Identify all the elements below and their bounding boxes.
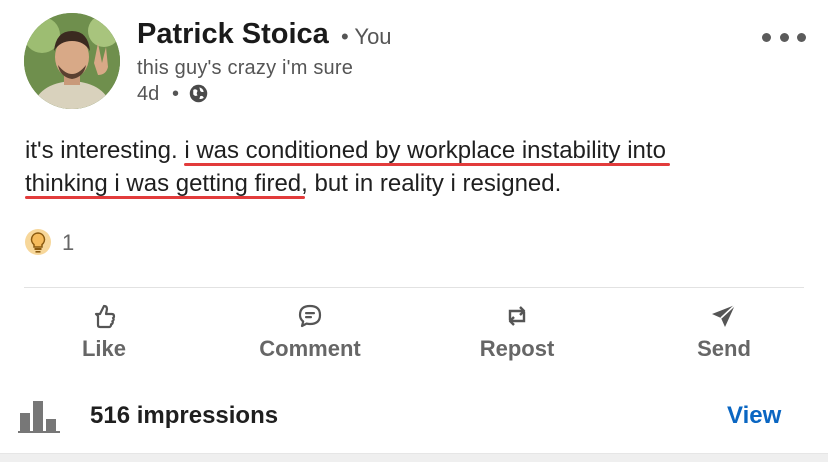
comment-icon [298, 304, 322, 328]
avatar[interactable] [24, 13, 120, 109]
you-badge: • You [341, 24, 392, 49]
highlighted-text-1: i was conditioned by workplace instabili… [184, 137, 666, 164]
globe-icon [189, 84, 208, 103]
insightful-lightbulb-icon[interactable] [24, 228, 52, 256]
author-headline: this guy's crazy i'm sure [137, 57, 354, 79]
reaction-count[interactable]: 1 [62, 230, 74, 256]
comment-button[interactable]: Comment [244, 300, 376, 362]
like-button[interactable]: Like [74, 300, 134, 362]
view-analytics-link[interactable]: View [727, 402, 781, 430]
like-label: Like [81, 336, 127, 361]
comment-label: Comment [259, 336, 361, 361]
avatar-photo [24, 13, 120, 109]
send-icon [712, 304, 736, 327]
post-timestamp: 4d [137, 83, 160, 105]
send-button[interactable]: Send [684, 300, 764, 362]
impressions-count: 516 impressions [90, 402, 279, 429]
post-text-ending: , but in reality i resigned. [301, 170, 562, 197]
repost-button[interactable]: Repost [466, 300, 568, 362]
post-text-intro: it's interesting. [25, 137, 185, 164]
send-label: Send [697, 336, 751, 361]
repost-label: Repost [479, 336, 555, 361]
more-options-icon[interactable] [762, 31, 806, 43]
highlighted-text-2: thinking i was getting fired [25, 170, 302, 197]
timestamp-separator: • [172, 83, 180, 105]
repost-icon [508, 306, 526, 326]
bar-chart-icon [18, 401, 60, 433]
author-name[interactable]: Patrick Stoica [137, 18, 329, 51]
thumbs-up-icon [94, 304, 116, 329]
divider [24, 287, 804, 288]
post-text: it's interesting. i was conditioned by w… [25, 134, 815, 200]
